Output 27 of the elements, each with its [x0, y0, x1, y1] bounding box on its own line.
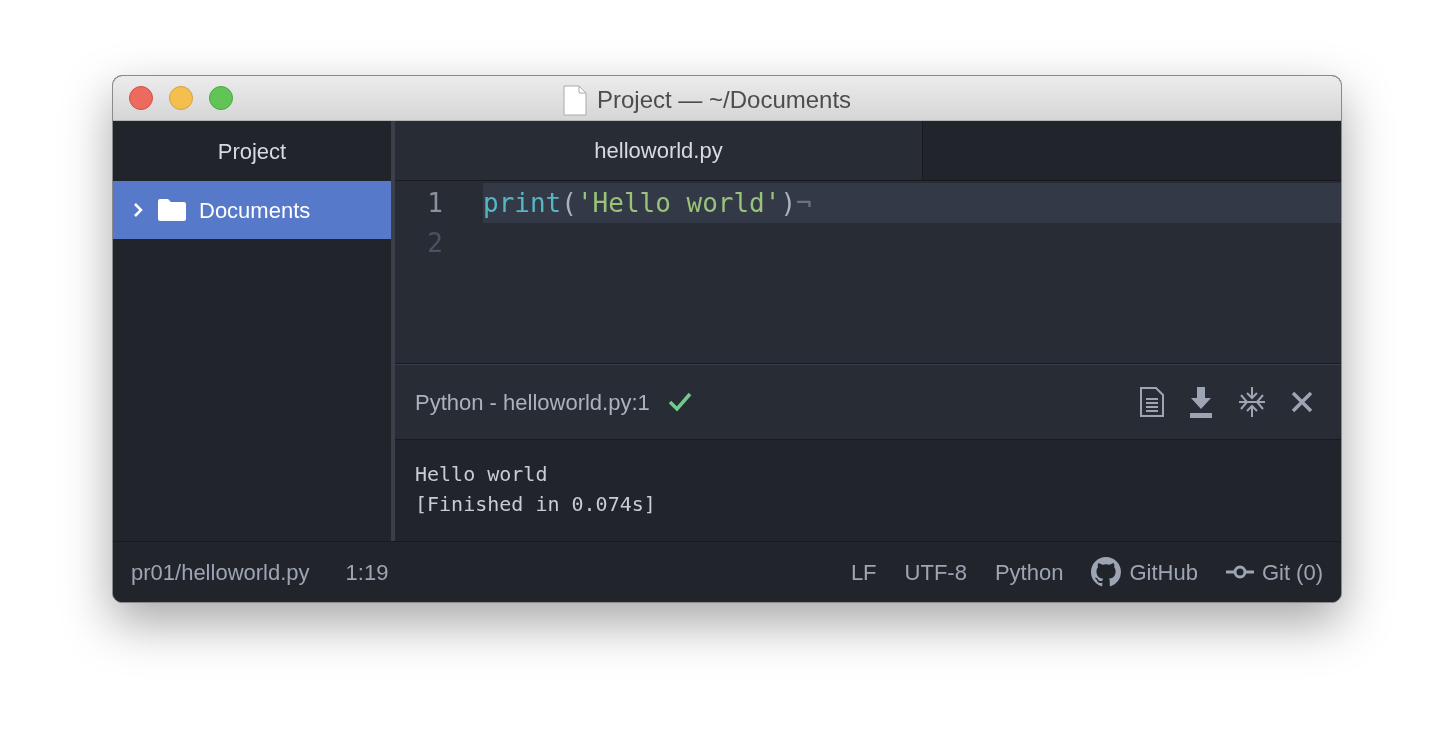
- status-item[interactable]: UTF-8: [904, 555, 967, 589]
- close-window-button[interactable]: [129, 86, 153, 110]
- github-icon: [1091, 557, 1122, 587]
- status-item[interactable]: Git (0): [1261, 555, 1323, 589]
- status-item[interactable]: pr01/helloworld.py: [131, 555, 310, 589]
- chevron-icon[interactable]: [131, 202, 145, 218]
- status-item[interactable]: 1:19: [345, 555, 389, 589]
- folder-icon: [157, 198, 187, 222]
- panel-title: Python - helloworld.py:1: [415, 388, 650, 417]
- window-title: Project — ~/Documents: [597, 85, 852, 115]
- document-icon: [563, 84, 587, 116]
- line-number: 1: [426, 186, 443, 220]
- status-item[interactable]: Python: [994, 555, 1064, 589]
- sidebar-title: Project: [217, 137, 287, 166]
- output-line: Hello world: [415, 461, 549, 488]
- folder-name: Documents: [199, 196, 311, 225]
- status-item[interactable]: GitHub: [1129, 555, 1198, 589]
- output-line: [Finished in 0.074s]: [415, 491, 657, 518]
- tree-item[interactable]: Documents: [113, 181, 391, 239]
- status-item[interactable]: LF: [850, 555, 877, 589]
- download-icon[interactable]: [1189, 386, 1213, 418]
- document-icon[interactable]: [1139, 387, 1165, 417]
- close-icon[interactable]: [1291, 391, 1313, 413]
- collapse-icon[interactable]: [1237, 386, 1267, 418]
- commit-icon: [1225, 565, 1254, 579]
- code-line: print('Hello world')¬: [483, 186, 812, 220]
- file-tab[interactable]: helloworld.py: [395, 121, 923, 180]
